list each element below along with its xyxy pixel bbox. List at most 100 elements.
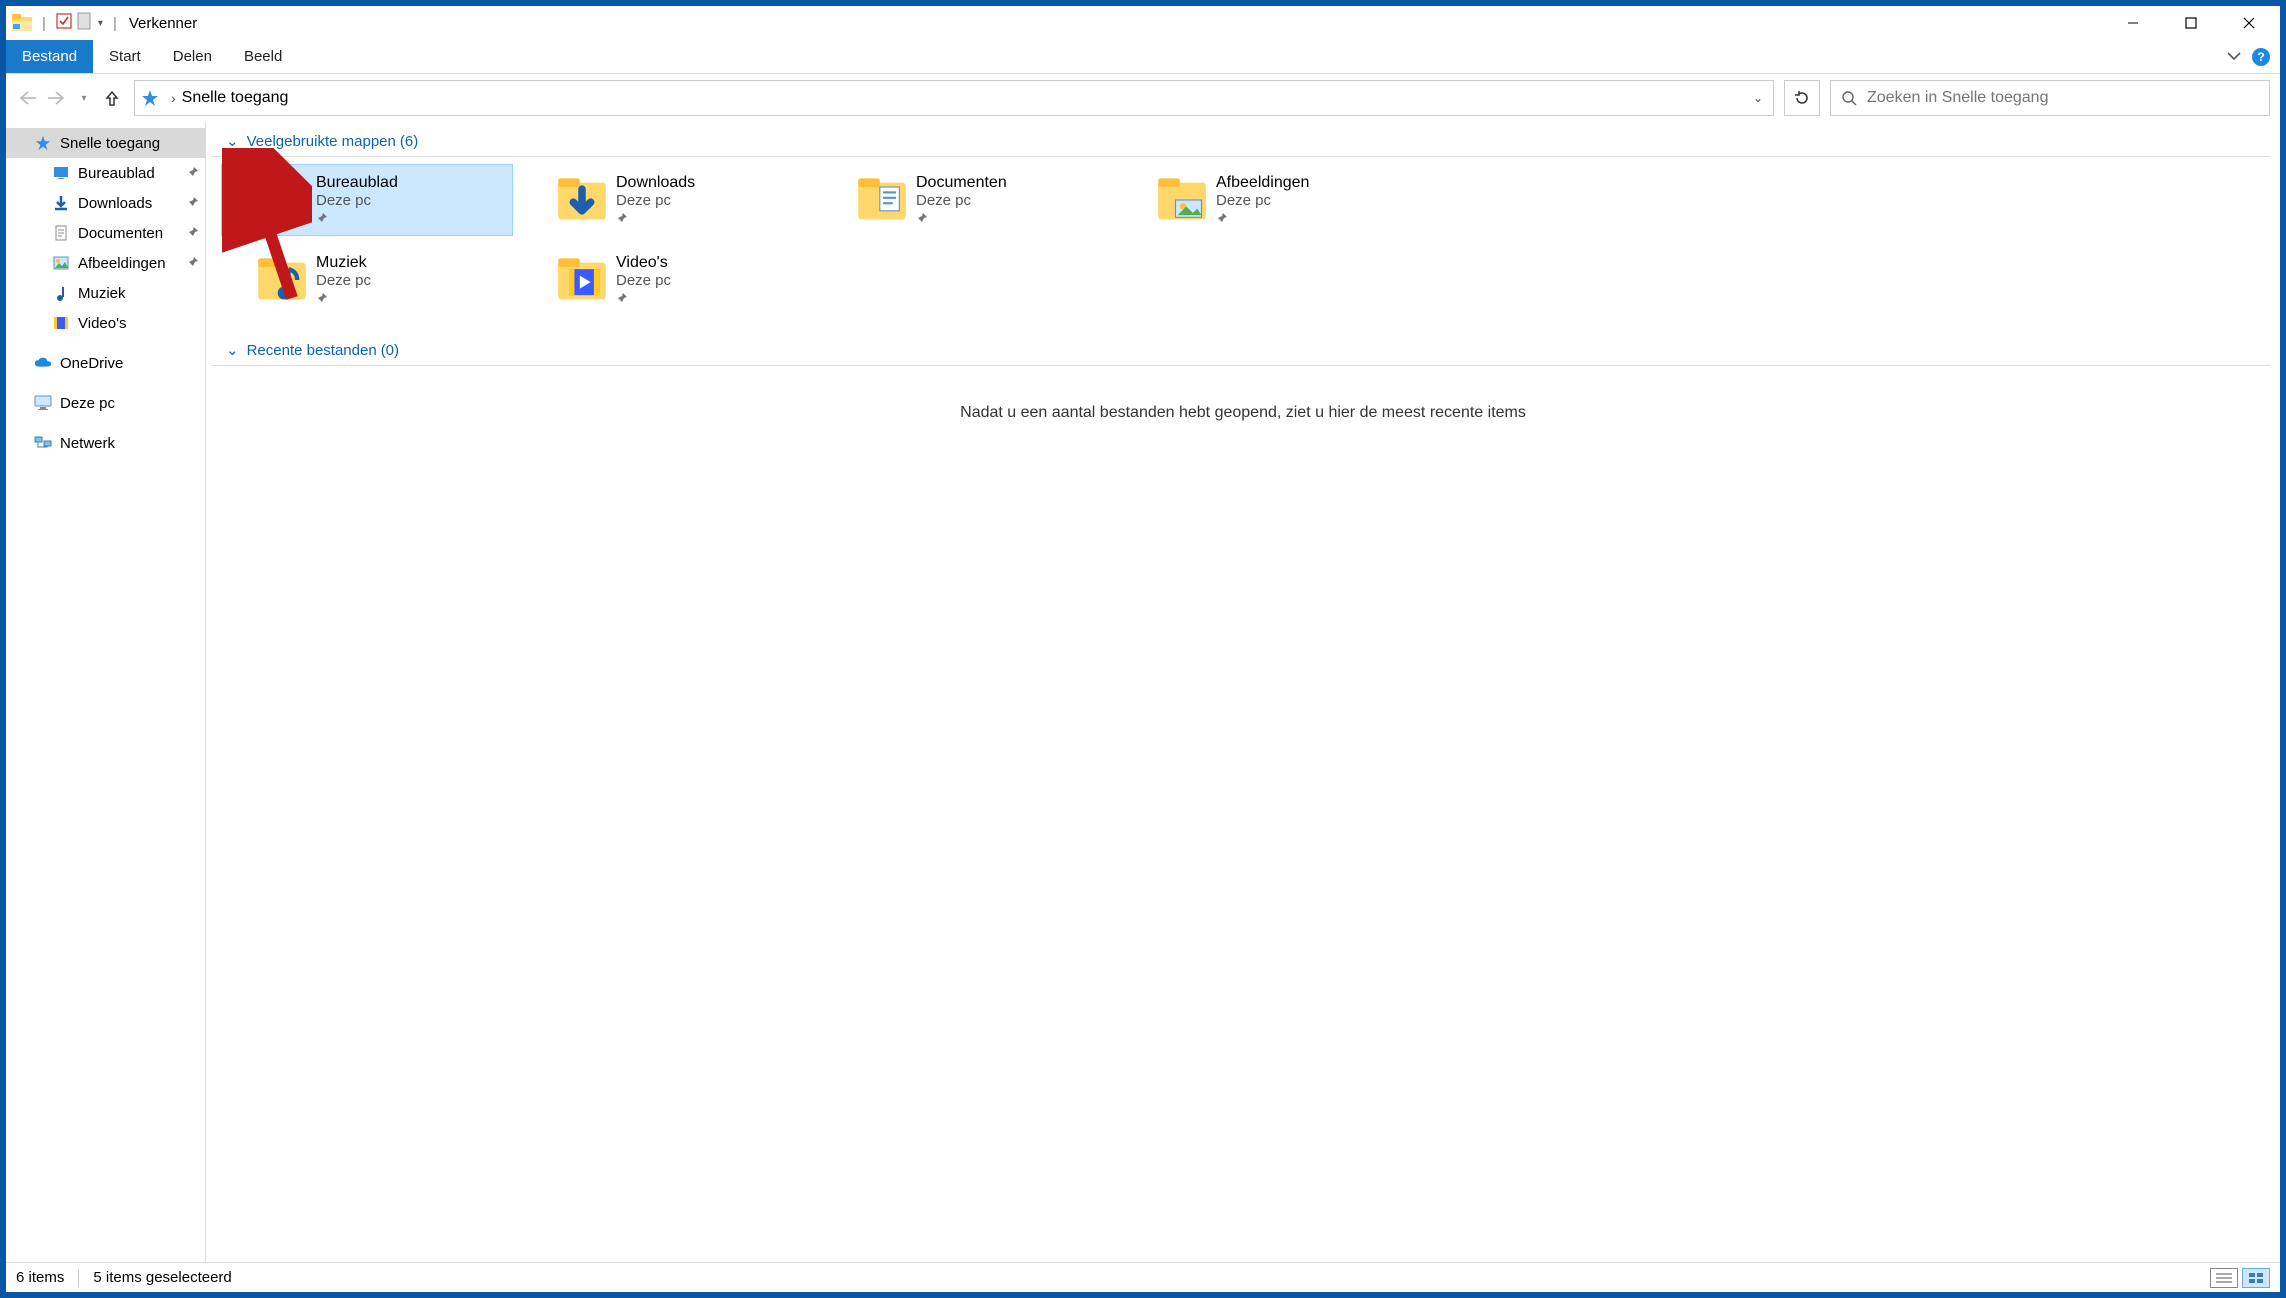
documents-icon — [52, 224, 70, 242]
folder-name: Muziek — [316, 254, 371, 272]
chevron-down-icon: ⌄ — [226, 341, 239, 359]
sidebar-this-pc[interactable]: Deze pc — [6, 388, 205, 418]
group-header-recent[interactable]: ⌄ Recente bestanden (0) — [212, 331, 2270, 366]
folder-tile-downloads[interactable]: DownloadsDeze pc — [522, 165, 812, 235]
folder-tile-videos[interactable]: Video'sDeze pc — [522, 245, 812, 315]
sidebar-item-label: Netwerk — [60, 435, 115, 452]
sidebar-item-label: Snelle toegang — [60, 135, 160, 152]
computer-icon — [34, 394, 52, 412]
help-icon[interactable]: ? — [2252, 48, 2270, 66]
folder-name: Afbeeldingen — [1216, 174, 1309, 192]
ribbon-tabs: Bestand Start Delen Beeld ? — [6, 40, 2280, 74]
sidebar-item-pictures[interactable]: Afbeeldingen — [6, 248, 205, 278]
sidebar-item-music[interactable]: Muziek — [6, 278, 205, 308]
folder-tile-music[interactable]: MuziekDeze pc — [222, 245, 512, 315]
breadcrumb-location[interactable]: Snelle toegang — [182, 89, 289, 107]
folder-name: Bureaublad — [316, 174, 398, 192]
item-checkbox[interactable]: ✓ — [228, 191, 246, 209]
sidebar-item-label: Muziek — [78, 285, 126, 302]
tab-start[interactable]: Start — [93, 40, 157, 73]
group-header-count: (0) — [381, 342, 399, 359]
pin-icon — [616, 291, 671, 307]
onedrive-icon — [34, 354, 52, 372]
qat-dropdown-icon[interactable]: ▾ — [98, 18, 103, 29]
ribbon-collapse-icon[interactable] — [2226, 48, 2242, 65]
tab-view[interactable]: Beeld — [228, 40, 298, 73]
network-icon — [34, 434, 52, 452]
folder-location: Deze pc — [916, 192, 1007, 209]
close-button[interactable] — [2220, 6, 2278, 40]
search-box[interactable] — [1830, 80, 2270, 116]
sidebar-item-documents[interactable]: Documenten — [6, 218, 205, 248]
navigation-pane[interactable]: Snelle toegang Bureaublad Downloads Docume… — [6, 122, 206, 1262]
nav-buttons: ▾ — [16, 86, 124, 110]
folder-tile-pictures[interactable]: AfbeeldingenDeze pc — [1122, 165, 1412, 235]
forward-button[interactable] — [44, 86, 68, 110]
sidebar-item-label: Bureaublad — [78, 165, 155, 182]
downloads-folder-icon — [556, 174, 608, 226]
search-icon — [1841, 90, 1857, 106]
folder-tile-documents[interactable]: DocumentenDeze pc — [822, 165, 1112, 235]
group-header-label: Recente bestanden — [247, 342, 377, 359]
address-bar[interactable]: › Snelle toegang ⌄ — [134, 80, 1774, 116]
sidebar-item-label: Documenten — [78, 225, 163, 242]
sidebar-onedrive[interactable]: OneDrive — [6, 348, 205, 378]
folder-tile-desktop[interactable]: ✓BureaubladDeze pc — [222, 165, 512, 235]
tab-share[interactable]: Delen — [157, 40, 228, 73]
titlebar: | ▾ | Verkenner — [6, 6, 2280, 40]
pin-icon — [616, 211, 695, 227]
group-header-frequent[interactable]: ⌄ Veelgebruikte mappen (6) — [212, 122, 2270, 157]
refresh-button[interactable] — [1784, 80, 1820, 116]
sidebar-item-label: Video's — [78, 315, 126, 332]
pin-icon — [187, 225, 199, 242]
sidebar-network[interactable]: Netwerk — [6, 428, 205, 458]
view-large-icons-button[interactable] — [2242, 1268, 2270, 1288]
navigation-row: ▾ › Snelle toegang ⌄ — [6, 74, 2280, 122]
pictures-folder-icon — [1156, 174, 1208, 226]
breadcrumb-sep: › — [171, 90, 176, 106]
folder-location: Deze pc — [316, 272, 371, 289]
chevron-down-icon: ⌄ — [226, 132, 239, 150]
maximize-button[interactable] — [2162, 6, 2220, 40]
search-input[interactable] — [1867, 89, 2259, 107]
folder-name: Video's — [616, 254, 671, 272]
minimize-button[interactable] — [2104, 6, 2162, 40]
qat-newfolder-icon[interactable] — [76, 12, 92, 34]
status-bar: 6 items 5 items geselecteerd — [6, 1262, 2280, 1292]
group-header-label: Veelgebruikte mappen — [247, 133, 396, 150]
content-pane[interactable]: ⌄ Veelgebruikte mappen (6) ✓ Bureaublad De… — [206, 122, 2280, 1262]
videos-icon — [52, 314, 70, 332]
window-controls — [2104, 6, 2278, 40]
music-icon — [52, 284, 70, 302]
videos-folder-icon — [556, 254, 608, 306]
status-selected-count: 5 items geselecteerd — [93, 1269, 231, 1286]
divider: | — [113, 15, 117, 32]
pictures-icon — [52, 254, 70, 272]
pin-icon — [187, 165, 199, 182]
qat-properties-icon[interactable] — [56, 13, 72, 33]
documents-folder-icon — [856, 174, 908, 226]
desktop-icon — [52, 164, 70, 182]
sidebar-item-downloads[interactable]: Downloads — [6, 188, 205, 218]
sidebar-item-label: OneDrive — [60, 355, 123, 372]
history-dropdown-icon[interactable]: ▾ — [72, 86, 96, 110]
window-title: Verkenner — [129, 15, 197, 32]
sidebar-item-label: Deze pc — [60, 395, 115, 412]
sidebar-item-videos[interactable]: Video's — [6, 308, 205, 338]
divider: | — [42, 15, 46, 32]
addressbar-dropdown-icon[interactable]: ⌄ — [1753, 91, 1763, 105]
explorer-app-icon — [12, 13, 32, 33]
explorer-window: | ▾ | Verkenner Bestand Start Delen Beel… — [6, 6, 2280, 1292]
empty-recent-message: Nadat u een aantal bestanden hebt geopen… — [206, 374, 2280, 452]
tab-file[interactable]: Bestand — [6, 40, 93, 73]
sidebar-item-label: Afbeeldingen — [78, 255, 166, 272]
pin-icon — [187, 195, 199, 212]
sidebar-quick-access[interactable]: Snelle toegang — [6, 128, 205, 158]
view-details-button[interactable] — [2210, 1268, 2238, 1288]
pin-icon — [316, 211, 398, 227]
back-button[interactable] — [16, 86, 40, 110]
folder-name: Documenten — [916, 174, 1007, 192]
sidebar-item-desktop[interactable]: Bureaublad — [6, 158, 205, 188]
up-button[interactable] — [100, 86, 124, 110]
folder-location: Deze pc — [616, 192, 695, 209]
